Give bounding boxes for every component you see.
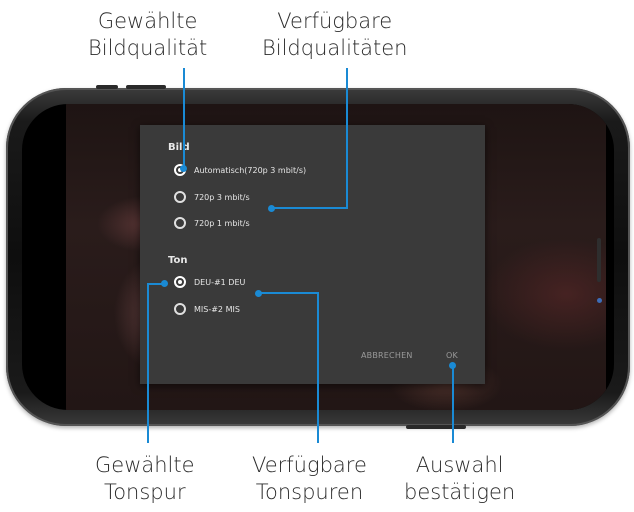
ok-button[interactable]: OK: [446, 351, 458, 360]
picture-option-720p-3[interactable]: 720p 3 mbit/s: [174, 191, 250, 203]
side-button: [96, 85, 118, 89]
callout-line: Tonspur: [103, 480, 186, 504]
callout-available-qualities: Verfügbare Bildqualitäten: [262, 8, 408, 62]
picture-section-title: Bild: [168, 142, 190, 153]
side-button: [406, 425, 466, 429]
radio-icon[interactable]: [174, 303, 186, 315]
callout-selected-quality: Gewählte Bildqualität: [88, 8, 207, 62]
radio-icon[interactable]: [174, 191, 186, 203]
callout-line: Tonspuren: [255, 480, 364, 504]
callout-line: Verfügbare: [252, 453, 367, 477]
callout-line: Gewählte: [97, 9, 198, 33]
cancel-button[interactable]: ABBRECHEN: [361, 351, 413, 360]
connector-dot: [268, 205, 275, 212]
picture-option-720p-1[interactable]: 720p 1 mbit/s: [174, 217, 250, 229]
callout-line: Bildqualitäten: [262, 36, 408, 60]
radio-icon[interactable]: [174, 217, 186, 229]
side-button: [126, 85, 166, 89]
option-label: DEU-#1 DEU: [194, 277, 246, 287]
sound-section-title: Ton: [168, 255, 188, 266]
connector-line: [272, 207, 348, 209]
connector-line: [183, 68, 185, 168]
sound-option-deu[interactable]: DEU-#1 DEU: [174, 276, 245, 288]
option-label: Automatisch(720p 3 mbit/s): [194, 165, 307, 175]
option-label: MIS-#2 MIS: [194, 304, 240, 314]
sound-option-mis[interactable]: MIS-#2 MIS: [174, 303, 240, 315]
radio-selected-icon[interactable]: [174, 276, 186, 288]
connector-dot: [255, 290, 262, 297]
connector-dot: [161, 280, 168, 287]
callout-line: Verfügbare: [277, 9, 393, 33]
callout-line: Gewählte: [95, 453, 195, 477]
camera-dot: [597, 298, 602, 303]
phone-notch: [22, 172, 46, 344]
connector-dot: [449, 362, 456, 369]
option-label: 720p 1 mbit/s: [194, 218, 250, 228]
connector-line: [452, 366, 454, 443]
callout-selected-track: Gewählte Tonspur: [95, 452, 195, 506]
picture-option-auto[interactable]: Automatisch(720p 3 mbit/s): [174, 164, 306, 176]
connector-line: [346, 68, 348, 209]
connector-line: [147, 283, 149, 443]
callout-confirm: Auswahl bestätigen: [404, 452, 515, 506]
settings-dialog: Bild Automatisch(720p 3 mbit/s) 720p 3 m…: [140, 125, 485, 384]
option-label: 720p 3 mbit/s: [194, 192, 250, 202]
speaker-grille: [597, 238, 601, 282]
callout-line: Bildqualität: [88, 36, 208, 60]
callout-line: Auswahl: [415, 453, 504, 477]
connector-line: [259, 292, 319, 294]
connector-dot: [180, 165, 187, 172]
callout-available-tracks: Verfügbare Tonspuren: [252, 452, 367, 506]
connector-line: [317, 293, 319, 443]
callout-line: bestätigen: [404, 480, 516, 504]
